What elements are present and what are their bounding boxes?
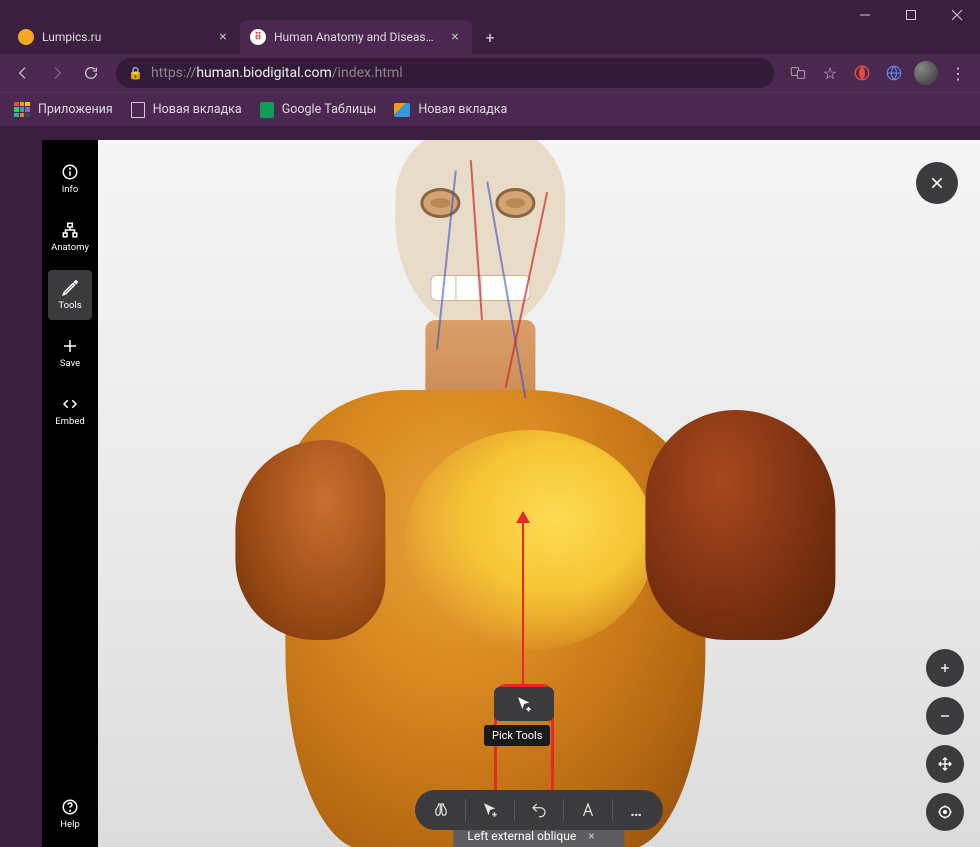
apps-grid-icon — [14, 102, 30, 118]
close-icon — [929, 175, 945, 191]
reload-button[interactable] — [76, 58, 106, 88]
undo-button[interactable] — [519, 792, 559, 828]
pick-tools-tooltip: Pick Tools — [484, 725, 550, 746]
tab-biodigital[interactable]: ⠿ Human Anatomy and Disease in × — [240, 20, 472, 54]
close-overlay-button[interactable] — [916, 162, 958, 204]
pencil-icon — [61, 279, 79, 297]
arrow-head-icon — [516, 504, 530, 523]
globe-extension-icon[interactable] — [880, 59, 908, 87]
browser-menu-button[interactable]: ⋮ — [944, 59, 972, 87]
bookmark-new-tab-1[interactable]: Новая вкладка — [131, 102, 242, 118]
minus-icon — [937, 708, 953, 724]
sidebar-info[interactable]: Info — [48, 154, 92, 204]
lock-icon: 🔒 — [128, 66, 143, 80]
plus-icon — [61, 337, 79, 355]
hierarchy-icon — [61, 221, 79, 239]
pan-button[interactable] — [926, 745, 964, 783]
plus-icon — [937, 660, 953, 676]
dots-icon: … — [630, 801, 644, 820]
sidebar-tools[interactable]: Tools — [48, 270, 92, 320]
tab-strip: Lumpics.ru × ⠿ Human Anatomy and Disease… — [0, 14, 980, 54]
anatomy-viewport[interactable]: Pick Tools … Left external oblique — [98, 140, 980, 847]
window-close-button[interactable] — [934, 0, 980, 30]
lungs-icon — [432, 801, 450, 819]
file-icon — [131, 102, 145, 118]
tab-title: Human Anatomy and Disease in — [274, 30, 440, 44]
tab-close-button[interactable]: × — [448, 30, 462, 44]
text-a-icon — [579, 801, 597, 819]
selection-label-text: Left external oblique — [467, 829, 576, 843]
window-maximize-button[interactable] — [888, 0, 934, 30]
window-minimize-button[interactable] — [842, 0, 888, 30]
cursor-plus-icon — [481, 801, 499, 819]
tab-close-button[interactable]: × — [216, 30, 230, 44]
help-icon — [61, 798, 79, 816]
tab-title: Lumpics.ru — [42, 30, 208, 44]
zoom-in-button[interactable] — [926, 649, 964, 687]
zoom-out-button[interactable] — [926, 697, 964, 735]
app-content: Info Anatomy Tools Save Embed Help — [42, 140, 980, 847]
favicon-icon: ⠿ — [250, 29, 266, 45]
pick-tools-button[interactable] — [470, 792, 510, 828]
sheets-icon — [260, 102, 274, 118]
left-sidebar: Info Anatomy Tools Save Embed Help — [42, 140, 98, 847]
new-tab-button[interactable]: + — [476, 23, 504, 51]
image-icon — [394, 103, 410, 117]
code-icon — [61, 395, 79, 413]
apps-shortcut[interactable]: Приложения — [14, 102, 113, 118]
browser-toolbar: 🔒 https://human.biodigital.com/index.htm… — [0, 54, 980, 92]
sidebar-embed[interactable]: Embed — [48, 386, 92, 436]
bookmark-new-tab-2[interactable]: Новая вкладка — [394, 102, 507, 117]
xray-mode-button[interactable] — [421, 792, 461, 828]
view-controls — [926, 649, 964, 831]
sidebar-save[interactable]: Save — [48, 328, 92, 378]
bookmark-star-icon[interactable]: ☆ — [816, 59, 844, 87]
tab-lumpics[interactable]: Lumpics.ru × — [8, 20, 240, 54]
forward-button[interactable] — [42, 58, 72, 88]
target-icon — [937, 804, 953, 820]
sidebar-help[interactable]: Help — [48, 789, 92, 839]
opera-extension-icon[interactable] — [848, 59, 876, 87]
more-tools-button[interactable]: … — [617, 792, 657, 828]
address-bar[interactable]: 🔒 https://human.biodigital.com/index.htm… — [116, 58, 774, 88]
favicon-icon — [18, 29, 34, 45]
profile-avatar[interactable] — [912, 59, 940, 87]
bookmarks-bar: Приложения Новая вкладка Google Таблицы … — [0, 92, 980, 126]
annotate-button[interactable] — [568, 792, 608, 828]
sidebar-anatomy[interactable]: Anatomy — [48, 212, 92, 262]
info-icon — [61, 163, 79, 181]
translate-icon[interactable] — [784, 59, 812, 87]
back-button[interactable] — [8, 58, 38, 88]
undo-icon — [530, 801, 548, 819]
bookmark-google-sheets[interactable]: Google Таблицы — [260, 102, 377, 118]
move-icon — [937, 756, 953, 772]
recenter-button[interactable] — [926, 793, 964, 831]
bottom-toolbar: … — [415, 790, 663, 830]
annotation-arrow — [522, 512, 524, 686]
close-icon[interactable]: × — [588, 829, 594, 843]
